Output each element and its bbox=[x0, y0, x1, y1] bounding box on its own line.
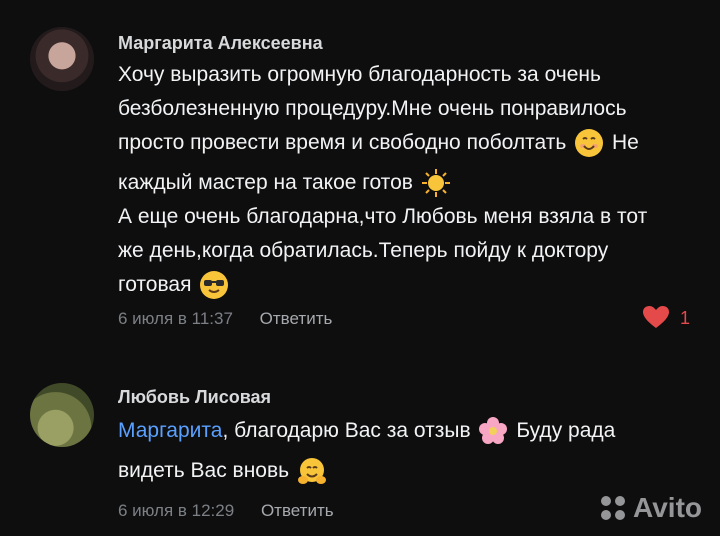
text-line: просто провести время и свободно поболта… bbox=[118, 126, 703, 160]
text-line: безболезненную процедуру.Мне очень понра… bbox=[118, 97, 627, 120]
comment-text: Хочу выразить огромную благодарность за … bbox=[118, 58, 703, 302]
comment-text: Маргарита, благодарю Вас за отзыв Буду р… bbox=[118, 414, 703, 488]
sun-emoji-icon bbox=[421, 169, 450, 198]
text-part: готовая bbox=[118, 273, 192, 296]
heart-icon bbox=[642, 306, 669, 328]
text-part: каждый мастер на такое готов bbox=[118, 171, 413, 194]
hugging-face-emoji-icon bbox=[297, 458, 326, 485]
comment-author[interactable]: Маргарита Алексеевна bbox=[118, 33, 323, 54]
text-part: Не bbox=[611, 131, 639, 154]
text-line: Маргарита, благодарю Вас за отзыв Буду р… bbox=[118, 414, 703, 448]
reply-button[interactable]: Ответить bbox=[261, 501, 334, 520]
watermark-text: Avito bbox=[633, 492, 702, 523]
text-part: видеть Вас вновь bbox=[118, 459, 290, 482]
cherry-blossom-emoji-icon bbox=[479, 417, 508, 445]
sunglasses-emoji-icon bbox=[200, 271, 229, 300]
text-part: просто провести время и свободно поболта… bbox=[118, 131, 567, 154]
avatar[interactable] bbox=[30, 27, 94, 91]
like-count: 1 bbox=[679, 307, 690, 328]
reply-button[interactable]: Ответить bbox=[260, 309, 333, 328]
text-line: Хочу выразить огромную благодарность за … bbox=[118, 63, 601, 86]
comment-author[interactable]: Любовь Лисовая bbox=[118, 387, 271, 408]
text-line: А еще очень благодарна,что Любовь меня в… bbox=[118, 205, 648, 228]
comment-meta: 6 июля в 12:29 Ответить bbox=[118, 501, 334, 521]
avito-watermark: Avito bbox=[601, 492, 702, 524]
avito-logo-icon bbox=[601, 496, 626, 520]
text-line: каждый мастер на такое готов bbox=[118, 166, 703, 200]
text-line: же день,когда обратилась.Теперь пойду к … bbox=[118, 239, 609, 262]
text-line: готовая bbox=[118, 268, 703, 302]
text-line: видеть Вас вновь bbox=[118, 454, 703, 488]
comment-time: 6 июля в 11:37 bbox=[118, 309, 233, 328]
comment-meta: 6 июля в 11:37 Ответить bbox=[118, 309, 332, 329]
avatar[interactable] bbox=[30, 383, 94, 447]
like-button[interactable]: 1 bbox=[642, 306, 690, 330]
comment-time: 6 июля в 12:29 bbox=[118, 501, 235, 520]
text-part: Буду рада bbox=[516, 419, 616, 442]
text-part: , благодарю Вас за отзыв bbox=[222, 419, 471, 442]
mention-link[interactable]: Маргарита bbox=[118, 419, 222, 442]
smiling-face-emoji-icon bbox=[575, 129, 604, 158]
